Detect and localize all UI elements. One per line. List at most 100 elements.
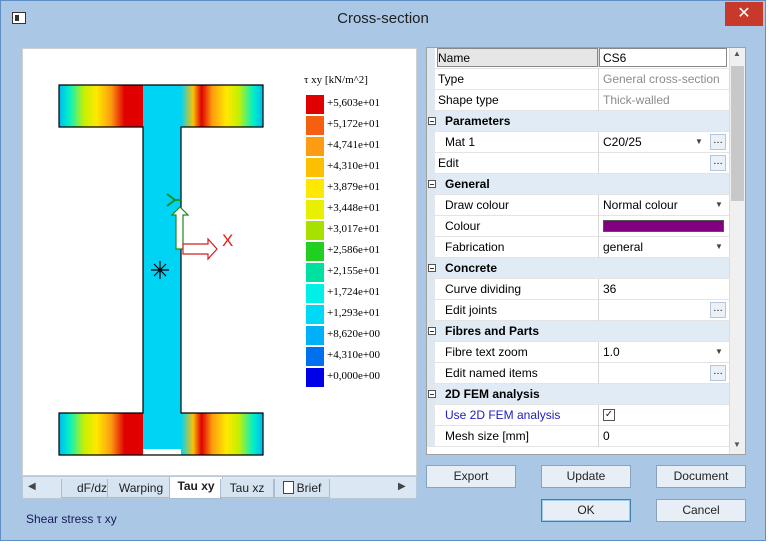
property-category[interactable]: Fibres and Parts [427,321,729,342]
export-button[interactable]: Export [426,465,516,488]
property-value[interactable]: Thick-walled [603,93,670,107]
legend-swatch [306,200,324,219]
legend-swatch [306,137,324,156]
property-label: Colour [445,219,481,233]
legend-swatch [306,221,324,240]
tab-brief[interactable]: Brief [274,479,330,498]
row-gutter [427,195,435,215]
legend-swatch [306,368,324,387]
collapse-icon[interactable] [428,327,436,335]
ellipsis-button[interactable]: … [710,365,726,381]
scroll-down-icon[interactable]: ▼ [733,440,741,449]
legend-swatch [306,263,324,282]
property-value[interactable]: CS6 [599,48,727,67]
legend-swatch [306,158,324,177]
colour-swatch[interactable] [603,220,724,232]
collapse-icon[interactable] [428,390,436,398]
close-button[interactable]: ✕ [725,2,763,26]
property-grid-scrollbar[interactable]: ▲ ▼ [729,48,745,454]
collapse-icon[interactable] [428,264,436,272]
property-row[interactable]: Fabrication general ▼ [427,237,729,258]
property-row[interactable]: Use 2D FEM analysis ✓ [427,405,729,426]
property-category[interactable]: 2D FEM analysis [427,384,729,405]
property-value[interactable]: General cross-section [603,72,720,86]
row-gutter [427,216,435,236]
scroll-up-icon[interactable]: ▲ [733,49,741,58]
fem-checkbox[interactable]: ✓ [603,409,615,421]
row-gutter [427,279,435,299]
cancel-button[interactable]: Cancel [656,499,746,522]
property-row[interactable]: Edit joints… [427,300,729,321]
property-value[interactable]: C20/25 [603,135,642,149]
property-label: 2D FEM analysis [445,387,540,401]
property-value[interactable]: 1.0 [603,345,620,359]
column-divider [598,69,599,90]
row-gutter [427,48,435,68]
tab-warping[interactable]: Warping [107,479,175,498]
property-row[interactable]: Edit… [427,153,729,174]
window-title: Cross-section [337,10,429,27]
property-label: Name [437,48,598,67]
property-row[interactable]: Mat 1 C20/25 ▼ … [427,132,729,153]
tab-scroll-right-icon[interactable]: ▶ [398,481,406,492]
legend-swatch [306,116,324,135]
document-button[interactable]: Document [656,465,746,488]
legend-label: +1,293e+01 [327,307,381,319]
tab-tau-xy[interactable]: Tau xy [169,477,223,499]
ellipsis-button[interactable]: … [710,155,726,171]
legend-label: +2,155e+01 [327,265,381,277]
property-value[interactable]: 0 [603,429,610,443]
dropdown-arrow-icon[interactable]: ▼ [713,345,725,359]
cross-section-dialog: Cross-section ✕ X τ xy [kN/m^2] +5,603e+… [0,0,766,541]
property-row[interactable]: Draw colour Normal colour ▼ [427,195,729,216]
property-row[interactable]: Type General cross-section [427,69,729,90]
property-category[interactable]: General [427,174,729,195]
legend-swatch [306,347,324,366]
collapse-icon[interactable] [428,180,436,188]
title-bar[interactable]: Cross-section ✕ [1,1,765,39]
property-row[interactable]: Fibre text zoom 1.0 ▼ [427,342,729,363]
legend-label: +0,000e+00 [327,370,381,382]
row-gutter [427,300,435,320]
view-tabs: ◀ dF/dz Warping Tau xy Tau xz Brief ▶ [22,476,417,499]
section-view[interactable]: X τ xy [kN/m^2] +5,603e+01 +5,172e+01 +4,7… [22,48,417,476]
legend-label: +1,724e+01 [327,286,381,298]
tab-scroll-left-icon[interactable]: ◀ [28,481,36,492]
dropdown-arrow-icon[interactable]: ▼ [713,240,725,254]
property-row[interactable]: Shape type Thick-walled [427,90,729,111]
property-row[interactable]: Curve dividing 36 [427,279,729,300]
property-category[interactable]: Concrete [427,258,729,279]
dropdown-arrow-icon[interactable]: ▼ [713,198,725,212]
property-value[interactable]: general [603,240,643,254]
top-flange-right [181,85,263,127]
property-row[interactable]: Name CS6 [427,48,729,69]
ok-button[interactable]: OK [541,499,631,522]
property-label: Parameters [445,114,511,128]
property-category[interactable]: Parameters [427,111,729,132]
collapse-icon[interactable] [428,117,436,125]
tab-tau-xz[interactable]: Tau xz [220,479,274,498]
dropdown-arrow-icon[interactable]: ▼ [693,135,705,149]
ellipsis-button[interactable]: … [710,134,726,150]
property-row[interactable]: Mesh size [mm] 0 [427,426,729,447]
row-gutter [427,405,435,425]
document-icon [282,481,294,494]
scroll-thumb[interactable] [731,66,744,201]
row-gutter [427,132,435,152]
property-label: General [445,177,490,191]
property-label: Draw colour [445,198,510,212]
x-axis-arrow-icon [182,237,218,261]
legend-swatch [306,95,324,114]
property-value[interactable]: 36 [603,282,616,296]
update-button[interactable]: Update [541,465,631,488]
property-row[interactable]: Edit named items… [427,363,729,384]
property-value[interactable]: Normal colour [603,198,678,212]
legend-label: +4,741e+01 [327,139,381,151]
property-grid[interactable]: Name CS6 Type General cross-section Shape ty… [426,47,746,455]
row-gutter [427,69,435,89]
legend-swatch [306,242,324,261]
property-row[interactable]: Colour [427,216,729,237]
row-gutter [427,426,435,446]
property-label: Mat 1 [445,135,476,149]
ellipsis-button[interactable]: … [710,302,726,318]
